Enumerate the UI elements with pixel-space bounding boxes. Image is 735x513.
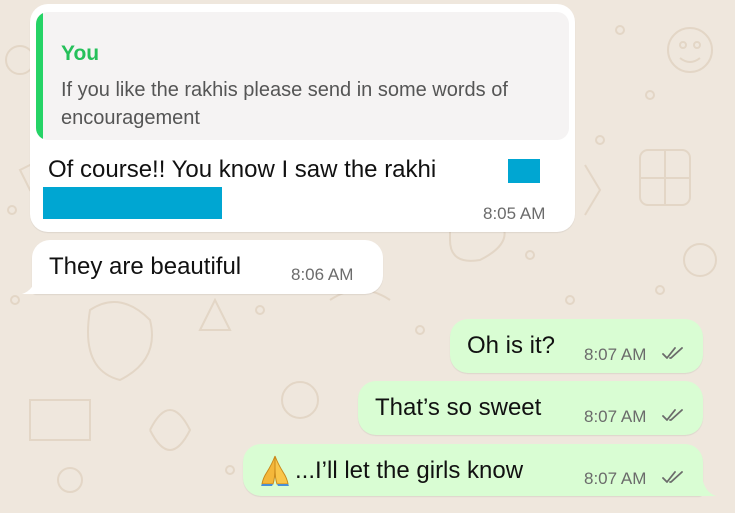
message-text: ...I’ll let the girls know (295, 457, 524, 484)
message-time: 8:07 AM (584, 469, 647, 488)
message-time: 8:05 AM (483, 204, 546, 223)
message-time: 8:07 AM (584, 407, 647, 426)
read-receipt-icon (662, 471, 683, 483)
message-text: That’s so sweet (375, 394, 542, 421)
read-receipt-icon (662, 409, 683, 421)
quote-author: You (61, 42, 100, 65)
message-time: 8:06 AM (291, 265, 354, 284)
message-time: 8:07 AM (584, 345, 647, 364)
quote-text: If you like the rakhis please send in so… (61, 79, 508, 129)
outgoing-message-bubble[interactable]: Oh is it? 8:07 AM (450, 319, 703, 373)
incoming-message-bubble[interactable]: They are beautiful 8:06 AM (32, 240, 383, 294)
incoming-message-bubble[interactable]: You If you like the rakhis please send i… (30, 4, 575, 232)
outgoing-message-bubble[interactable]: That’s so sweet 8:07 AM (358, 381, 703, 435)
incoming-bubble-tail (22, 276, 40, 294)
message-text: Oh is it? (467, 332, 556, 359)
message-text: They are beautiful (49, 253, 242, 280)
quote-accent-bar (36, 12, 43, 140)
outgoing-message-bubble[interactable]: ...I’ll let the girls know 8:07 AM (243, 444, 703, 496)
read-receipt-icon (662, 347, 683, 359)
folded-hands-icon (261, 455, 289, 486)
redaction-block (508, 159, 540, 183)
outgoing-bubble-tail (698, 476, 716, 496)
redaction-block (43, 187, 222, 219)
quoted-reply[interactable]: You If you like the rakhis please send i… (36, 12, 569, 140)
message-text: Of course!! You know I saw the rakhi (48, 156, 437, 183)
